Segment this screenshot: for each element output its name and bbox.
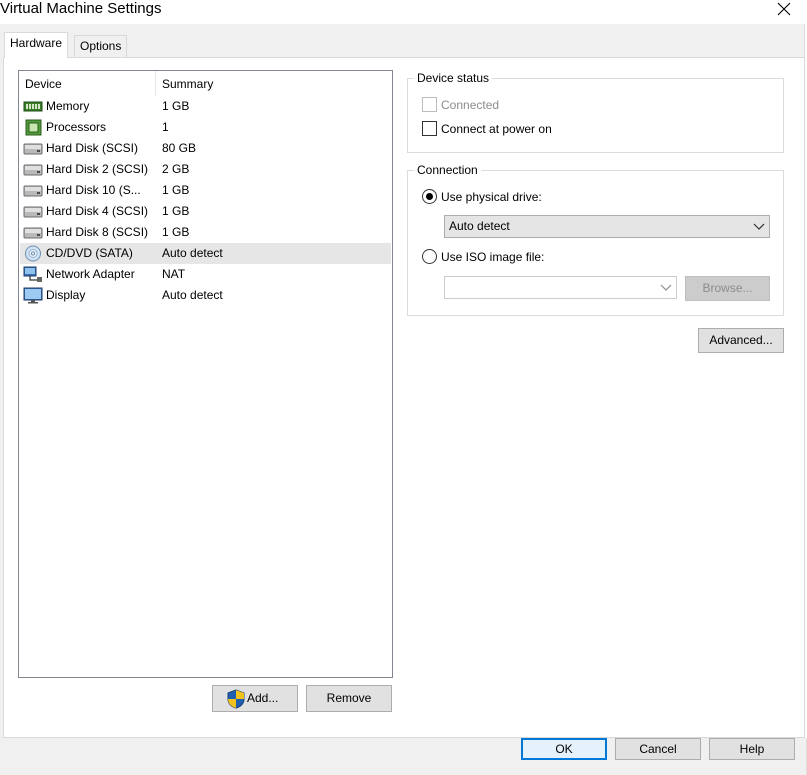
connected-checkbox[interactable] [422, 97, 437, 112]
device-name: Processors [46, 120, 107, 134]
remove-device-button[interactable]: Remove [306, 685, 392, 712]
device-summary: 1 GB [162, 183, 190, 197]
device-summary: Auto detect [162, 288, 223, 302]
column-header-summary[interactable]: Summary [156, 71, 392, 96]
connect-at-power-on-label: Connect at power on [441, 122, 552, 136]
device-name: Display [46, 288, 86, 302]
advanced-button[interactable]: Advanced... [698, 328, 784, 353]
close-icon [777, 2, 791, 16]
connection-title: Connection [414, 163, 481, 177]
hard-disk-icon [23, 143, 43, 155]
device-name: Hard Disk 8 (SCSI) [46, 225, 149, 239]
device-row-network-adapter[interactable]: Network Adapter NAT [20, 264, 391, 285]
device-summary: 1 [162, 120, 169, 134]
chevron-down-icon [753, 223, 765, 230]
device-row-hard-disk-10[interactable]: Hard Disk 10 (S... 1 GB [20, 180, 391, 201]
device-row-memory[interactable]: Memory 1 GB [20, 96, 391, 117]
network-adapter-icon [23, 266, 42, 282]
use-iso-image-radio[interactable] [422, 249, 437, 264]
device-status-title: Device status [414, 71, 493, 85]
device-name: Hard Disk 2 (SCSI) [46, 162, 149, 176]
physical-drive-select[interactable]: Auto detect [444, 215, 770, 238]
physical-drive-value: Auto detect [449, 219, 510, 233]
hard-disk-icon [23, 206, 43, 218]
hard-disk-icon [23, 227, 43, 239]
tab-options-label: Options [80, 39, 122, 53]
device-summary: 1 GB [162, 204, 190, 218]
cd-dvd-icon [25, 245, 41, 262]
device-summary: Auto detect [162, 246, 223, 260]
device-row-display[interactable]: Display Auto detect [20, 285, 391, 306]
device-row-hard-disk-8[interactable]: Hard Disk 8 (SCSI) 1 GB [20, 222, 391, 243]
display-icon [23, 287, 43, 304]
connect-at-power-on-checkbox[interactable] [422, 121, 437, 136]
hard-disk-icon [23, 164, 43, 176]
use-physical-drive-radio[interactable] [422, 189, 437, 204]
tab-options[interactable]: Options [74, 35, 128, 57]
device-summary: 1 GB [162, 99, 190, 113]
device-name: Hard Disk (SCSI) [46, 141, 139, 155]
cancel-button[interactable]: Cancel [615, 738, 701, 760]
connected-label: Connected [441, 98, 500, 112]
device-name: Memory [46, 99, 90, 113]
title-bar: Virtual Machine Settings [0, 0, 807, 24]
column-header-device[interactable]: Device [19, 71, 156, 96]
device-row-hard-disk-2[interactable]: Hard Disk 2 (SCSI) 2 GB [20, 159, 391, 180]
processor-icon [25, 119, 42, 136]
chevron-down-icon [660, 284, 672, 291]
connection-group: Connection Use physical drive: Auto dete… [407, 163, 784, 316]
help-button[interactable]: Help [709, 738, 795, 760]
add-device-button[interactable]: Add... [212, 685, 298, 712]
device-status-group: Device status Connected Connect at power… [407, 71, 784, 153]
add-device-label: Add... [247, 691, 279, 705]
window-title: Virtual Machine Settings [0, 0, 162, 17]
device-summary: 1 GB [162, 225, 190, 239]
tab-hardware[interactable]: Hardware [4, 32, 69, 58]
use-iso-image-label: Use ISO image file: [441, 250, 545, 264]
device-list[interactable]: Device Summary Memory 1 GB Processors 1 … [18, 70, 393, 678]
device-list-header: Device Summary [19, 71, 392, 96]
tab-hardware-label: Hardware [10, 36, 63, 50]
device-name: CD/DVD (SATA) [46, 246, 133, 260]
uac-shield-icon [227, 689, 245, 709]
dialog-body: Hardware Options Device Summary Memory 1… [0, 24, 805, 738]
use-physical-drive-label: Use physical drive: [441, 190, 542, 204]
browse-button[interactable]: Browse... [685, 276, 770, 301]
device-name: Hard Disk 4 (SCSI) [46, 204, 149, 218]
device-row-hard-disk[interactable]: Hard Disk (SCSI) 80 GB [20, 138, 391, 159]
device-summary: NAT [162, 267, 186, 281]
close-button[interactable] [772, 0, 796, 18]
device-summary: 80 GB [162, 141, 197, 155]
device-name: Network Adapter [46, 267, 135, 281]
hard-disk-icon [23, 185, 43, 197]
device-row-processors[interactable]: Processors 1 [20, 117, 391, 138]
ok-button[interactable]: OK [521, 738, 607, 760]
hardware-panel: Device Summary Memory 1 GB Processors 1 … [3, 57, 805, 738]
device-summary: 2 GB [162, 162, 190, 176]
dialog-button-bar: OK Cancel Help [0, 738, 807, 775]
memory-icon [23, 101, 43, 112]
iso-image-select[interactable] [444, 276, 677, 299]
device-row-hard-disk-4[interactable]: Hard Disk 4 (SCSI) 1 GB [20, 201, 391, 222]
device-row-cd-dvd[interactable]: CD/DVD (SATA) Auto detect [20, 243, 391, 264]
device-name: Hard Disk 10 (S... [46, 183, 141, 197]
